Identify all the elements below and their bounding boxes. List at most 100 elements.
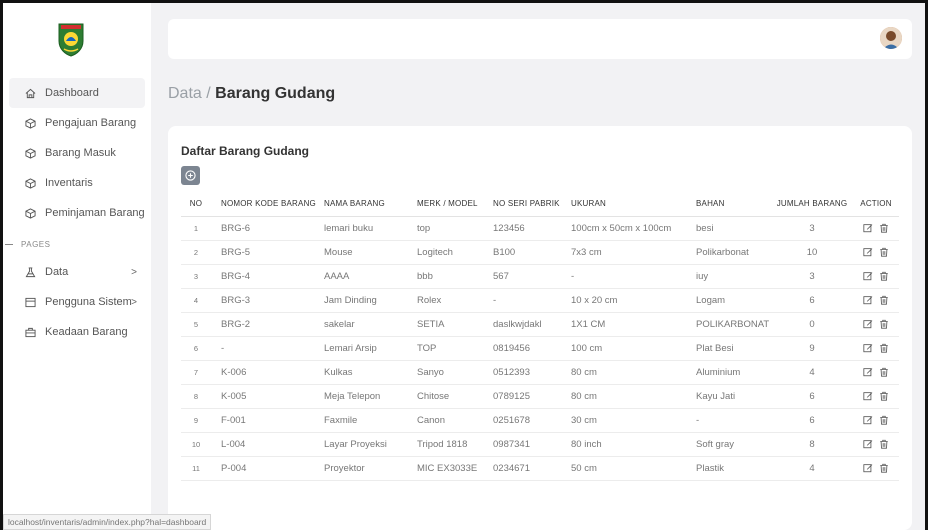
plus-circle-icon [185,170,196,181]
edit-icon[interactable] [863,463,873,473]
cell-kode: K-006 [211,360,324,385]
trash-icon[interactable] [879,343,889,353]
edit-icon[interactable] [863,367,873,377]
cell-no: 7 [181,360,211,385]
cell-nama: Lemari Arsip [324,336,417,361]
cell-seri: 0234671 [493,456,571,481]
trash-icon[interactable] [879,319,889,329]
trash-icon[interactable] [879,295,889,305]
breadcrumb-parent[interactable]: Data [168,85,202,102]
col-header-ukuran: UKURAN [571,191,696,217]
sidebar-item-keadaan-barang[interactable]: Keadaan Barang [3,317,151,347]
edit-icon[interactable] [863,415,873,425]
user-avatar[interactable] [880,27,902,49]
sidebar-item-label: Dashboard [45,87,99,99]
cell-action [853,288,899,313]
cell-seri: daslkwjdakl [493,312,571,337]
sidebar-item-pengajuan-barang[interactable]: Pengajuan Barang [3,108,151,138]
cell-ukuran: 80 cm [571,360,696,385]
cell-kode: L-004 [211,432,324,457]
cell-bahan: - [696,408,771,433]
cell-kode: K-005 [211,384,324,409]
section-label: PAGES [21,239,51,249]
col-header-no: NO [181,191,211,217]
sidebar-item-pengguna-sistem[interactable]: Pengguna Sistem > [3,287,151,317]
cell-jumlah: 4 [771,456,853,481]
cell-no: 11 [181,456,211,481]
cell-nama: AAAA [324,264,417,289]
table-row: 6- Lemari Arsip TOP 0819456 100 cm Plat Besi 9 [181,336,899,361]
logo-emblem [55,21,87,57]
trash-icon[interactable] [879,463,889,473]
sidebar-item-label: Keadaan Barang [45,326,128,338]
sidebar-item-data[interactable]: Data > [3,257,151,287]
cell-ukuran: - [571,264,696,289]
chevron-right-icon: > [131,296,137,308]
trash-icon[interactable] [879,367,889,377]
cell-jumlah: 9 [771,336,853,361]
cell-action [853,384,899,409]
table-row: 3 BRG-4 AAAA bbb 567- iuy 3 [181,264,899,289]
cell-action [853,264,899,289]
cell-seri: - [493,288,571,313]
trash-icon[interactable] [879,223,889,233]
edit-icon[interactable] [863,295,873,305]
col-header-merk: MERK / MODEL [417,191,493,217]
col-header-seri: NO SERI PABRIK [493,191,571,217]
cell-merk: Tripod 1818 [417,432,493,457]
cell-merk: bbb [417,264,493,289]
trash-icon[interactable] [879,247,889,257]
cell-jumlah: 3 [771,264,853,289]
box-icon [25,117,36,129]
sidebar-item-peminjaman-barang[interactable]: Peminjaman Barang [3,198,151,228]
cell-action [853,408,899,433]
trash-icon[interactable] [879,415,889,425]
sidebar-item-dashboard[interactable]: Dashboard [9,78,145,108]
cell-no: 6 [181,336,211,361]
cell-action [853,312,899,337]
cell-jumlah: 4 [771,360,853,385]
col-header-bahan: BAHAN [696,191,771,217]
cell-ukuran: 100 cm [571,336,696,361]
cell-nama: Mouse [324,240,417,265]
sidebar-item-barang-masuk[interactable]: Barang Masuk [3,138,151,168]
box-icon [25,177,36,189]
col-header-nama: NAMA BARANG [324,191,417,217]
edit-icon[interactable] [863,247,873,257]
cell-merk: Sanyo [417,360,493,385]
cell-ukuran: 80 cm [571,384,696,409]
cell-action [853,216,899,241]
cell-seri: 567 [493,264,571,289]
edit-icon[interactable] [863,343,873,353]
edit-icon[interactable] [863,223,873,233]
sidebar-item-inventaris[interactable]: Inventaris [3,168,151,198]
edit-icon[interactable] [863,439,873,449]
cell-seri: B100 [493,240,571,265]
cell-seri: 0251678 [493,408,571,433]
cell-jumlah: 0 [771,312,853,337]
table-body: 1 BRG-6 lemari buku top 123456 100cm x 50cm x… [181,216,899,481]
trash-icon[interactable] [879,391,889,401]
list-icon [25,297,36,307]
table-row: 2 BRG-5 Mouse Logitech B100 7x3 cm Polikarbona… [181,240,899,265]
edit-icon[interactable] [863,391,873,401]
cell-action [853,240,899,265]
cell-bahan: Kayu Jati [696,384,771,409]
breadcrumb-separator: / [201,85,216,102]
add-item-button[interactable] [181,166,200,185]
sidebar-item-label: Pengajuan Barang [45,117,137,129]
cell-bahan: Polikarbonat [696,240,771,265]
cell-jumlah: 6 [771,288,853,313]
edit-icon[interactable] [863,271,873,281]
trash-icon[interactable] [879,271,889,281]
edit-icon[interactable] [863,319,873,329]
cell-action [853,360,899,385]
cell-jumlah: 6 [771,384,853,409]
cell-ukuran: 1X1 CM [571,312,696,337]
cell-bahan: Aluminium [696,360,771,385]
top-navbar [168,19,912,59]
cell-no: 3 [181,264,211,289]
cell-nama: sakelar [324,312,417,337]
cell-merk: Canon [417,408,493,433]
trash-icon[interactable] [879,439,889,449]
